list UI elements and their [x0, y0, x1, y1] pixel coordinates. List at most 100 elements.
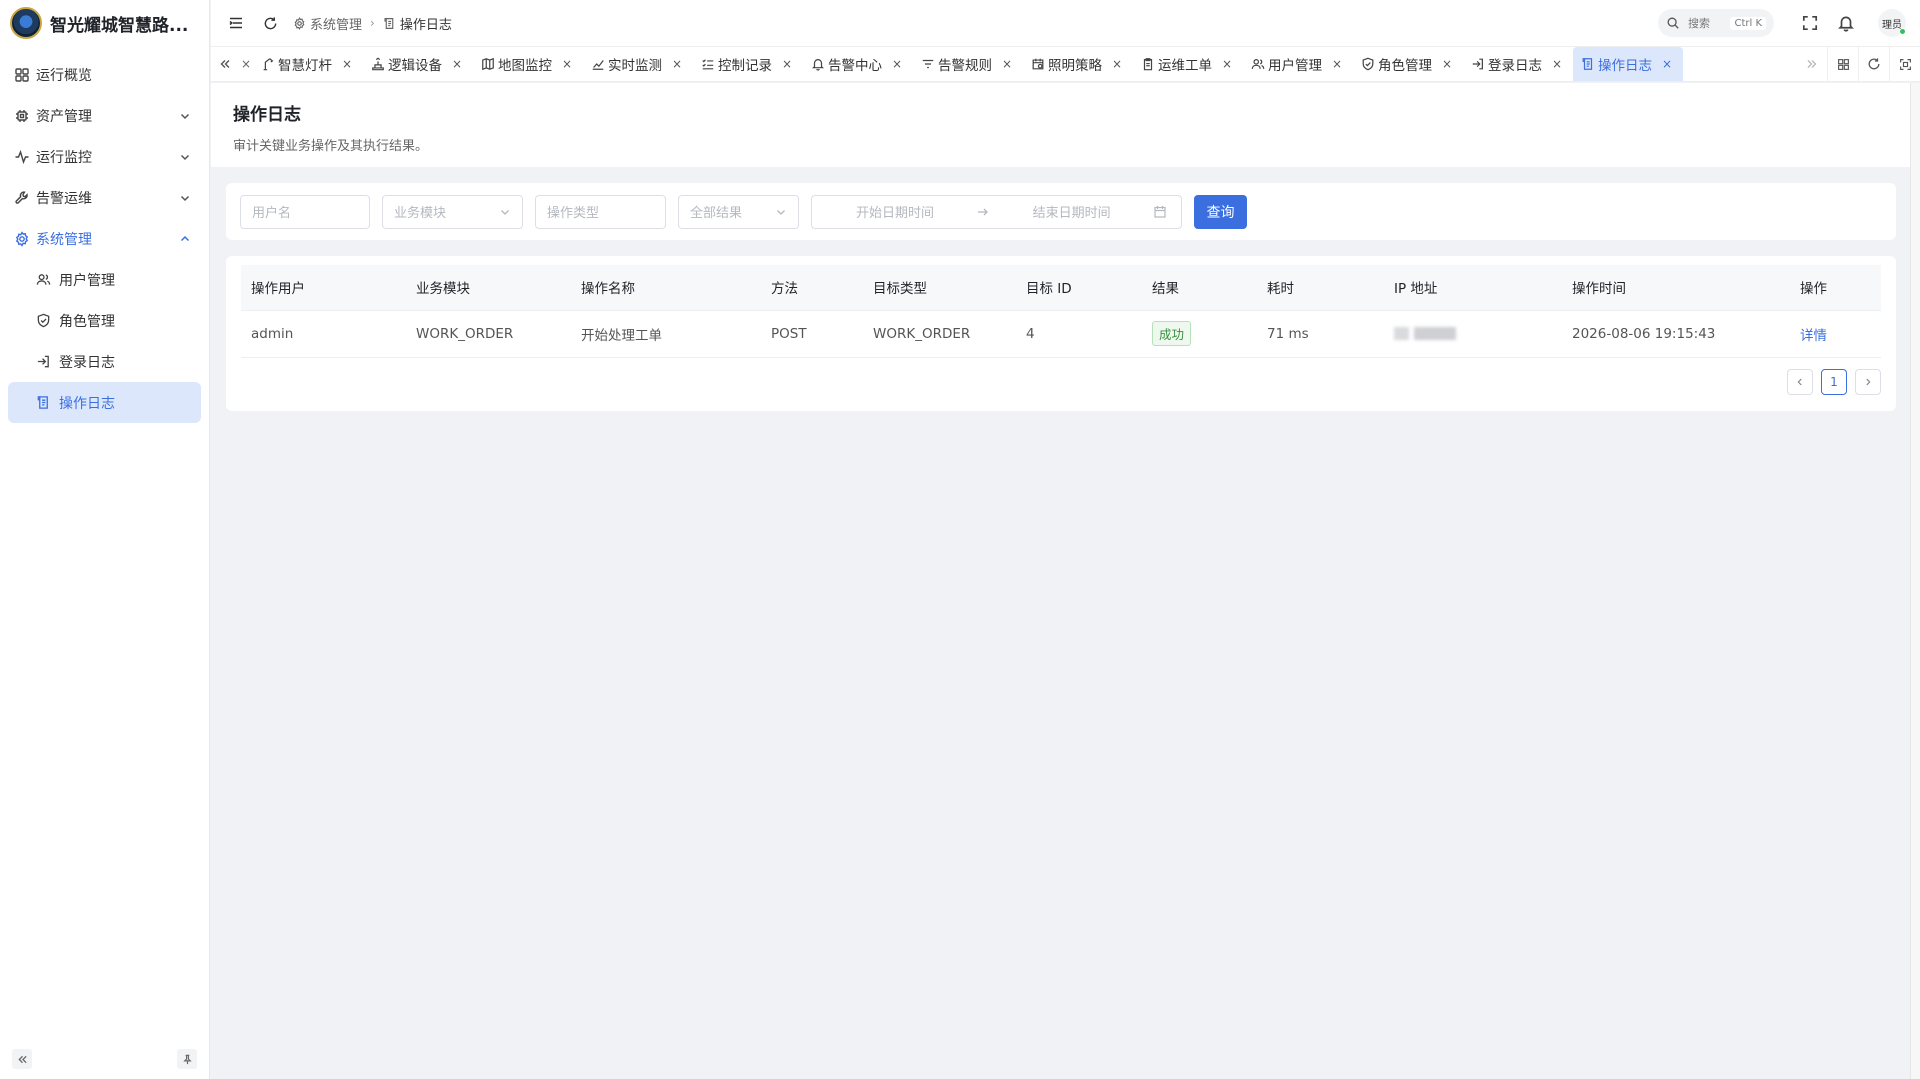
page-number-button[interactable]: 1 — [1821, 369, 1847, 395]
tab-grid-button[interactable] — [1827, 46, 1858, 82]
prev-page-button[interactable] — [1787, 369, 1813, 395]
tab-label: 告警规则 — [938, 58, 992, 74]
close-icon[interactable]: × — [1442, 57, 1452, 71]
chart-line-icon — [592, 60, 604, 70]
datetime-range-picker[interactable]: 开始日期时间 结束日期时间 — [811, 194, 1182, 229]
collapse-sidebar-button[interactable] — [12, 1049, 32, 1069]
global-search[interactable]: 搜索 Ctrl K — [1658, 9, 1774, 37]
next-page-button[interactable] — [1855, 369, 1881, 395]
tabs-scroll-right-button[interactable] — [1796, 46, 1827, 82]
column-header-ip: IP 地址 — [1384, 265, 1562, 311]
sidebar-item-label: 运行概览 — [36, 67, 92, 84]
close-icon[interactable]: × — [1332, 57, 1342, 71]
tabs-bar: × 智慧灯杆 × 逻辑设备 × 地图监控 × 实时监测 × 控制记录 × 告警中心 × 告警… — [211, 46, 1920, 82]
close-icon[interactable]: × — [892, 57, 902, 71]
tab-realtime[interactable]: 实时监测 × — [583, 47, 693, 81]
operation-type-input[interactable]: 操作类型 — [535, 194, 666, 229]
column-header-time: 操作时间 — [1562, 265, 1790, 311]
close-icon[interactable]: × — [562, 57, 572, 71]
module-select[interactable]: 业务模块 — [382, 194, 523, 229]
sidebar-item-label: 运行监控 — [36, 149, 92, 166]
chevron-down-icon — [777, 209, 785, 215]
tab-alarm-rules[interactable]: 告警规则 × — [913, 47, 1023, 81]
sidebar-item-role-management[interactable]: 角色管理 — [0, 300, 209, 341]
sidebar-item-system[interactable]: 系统管理 — [0, 218, 209, 259]
bell-icon[interactable] — [1837, 14, 1855, 32]
pin-sidebar-button[interactable] — [177, 1049, 197, 1069]
username-input[interactable]: 用户名 — [240, 194, 370, 229]
log-icon — [1582, 58, 1593, 70]
tab-label: 操作日志 — [1598, 58, 1652, 74]
close-icon[interactable]: × — [782, 57, 792, 71]
tab-label: 照明策略 — [1048, 58, 1102, 74]
login-icon — [1472, 58, 1483, 70]
sidebar-item-assets[interactable]: 资产管理 — [0, 95, 209, 136]
brand[interactable]: 智光耀城智慧路... — [0, 0, 209, 46]
tab-login-log[interactable]: 登录日志 × — [1463, 47, 1573, 81]
sidebar-item-label: 系统管理 — [36, 231, 92, 248]
menu-toggle-button[interactable] — [225, 12, 247, 34]
sidebar-item-user-management[interactable]: 用户管理 — [0, 259, 209, 300]
column-header-method: 方法 — [761, 265, 863, 311]
filter-icon — [922, 59, 934, 69]
vertical-scrollbar[interactable] — [1910, 83, 1920, 1079]
sidebar-menu: 运行概览 资产管理 运行监控 告警运维 系统管理 用户管理 角色管理 登录日志 … — [0, 46, 209, 423]
tab-user-management[interactable]: 用户管理 × — [1243, 47, 1353, 81]
chevron-down-icon — [180, 195, 190, 201]
username-placeholder: 用户名 — [252, 206, 292, 221]
tab-role-management[interactable]: 角色管理 × — [1353, 47, 1463, 81]
clipboard-icon — [1143, 58, 1153, 71]
close-icon[interactable]: × — [1112, 57, 1122, 71]
breadcrumb: 系统管理 › 操作日志 — [293, 14, 452, 33]
cell-method: POST — [761, 310, 863, 358]
sidebar-item-label: 告警运维 — [36, 190, 92, 207]
tab-list: 智慧灯杆 × 逻辑设备 × 地图监控 × 实时监测 × 控制记录 × 告警中心 × 告警规则… — [253, 47, 1796, 81]
tab-logic-device[interactable]: 逻辑设备 × — [363, 47, 473, 81]
close-icon[interactable]: × — [672, 57, 682, 71]
close-icon[interactable]: × — [1662, 57, 1672, 71]
activity-icon — [15, 149, 29, 164]
sidebar-item-alarm-ops[interactable]: 告警运维 — [0, 177, 209, 218]
tab-control-records[interactable]: 控制记录 × — [693, 47, 803, 81]
breadcrumb-parent[interactable]: 系统管理 — [310, 14, 362, 33]
sidebar-item-monitoring[interactable]: 运行监控 — [0, 136, 209, 177]
close-icon[interactable]: × — [452, 57, 462, 71]
tab-lighting-strategy[interactable]: 照明策略 × — [1023, 47, 1133, 81]
tab-operation-log[interactable]: 操作日志 × — [1573, 47, 1683, 81]
tab-maximize-button[interactable] — [1889, 46, 1920, 82]
start-datetime-placeholder: 开始日期时间 — [856, 206, 935, 221]
tab-map-monitor[interactable]: 地图监控 × — [473, 47, 583, 81]
tab-label: 运维工单 — [1158, 58, 1212, 74]
search-placeholder: 搜索 — [1688, 17, 1710, 30]
gear-icon — [15, 230, 29, 247]
header-actions: 搜索 Ctrl K 理员 — [1658, 9, 1920, 37]
page-header: 操作日志 审计关键业务操作及其执行结果。 — [211, 83, 1910, 167]
tab-refresh-button[interactable] — [1858, 46, 1889, 82]
tab-smart-pole[interactable]: 智慧灯杆 × — [253, 47, 363, 81]
column-header-operation-name: 操作名称 — [571, 265, 761, 311]
close-icon[interactable]: × — [239, 47, 253, 81]
close-icon[interactable]: × — [1552, 57, 1562, 71]
sidebar-item-operation-log[interactable]: 操作日志 — [8, 382, 201, 423]
sidebar-item-overview[interactable]: 运行概览 — [0, 54, 209, 95]
sidebar-item-login-log[interactable]: 登录日志 — [0, 341, 209, 382]
search-icon — [1667, 17, 1679, 29]
result-select[interactable]: 全部结果 — [678, 194, 799, 229]
query-button[interactable]: 查询 — [1194, 194, 1247, 229]
tabs-scroll-left-button[interactable] — [211, 47, 239, 81]
tab-alarm-center[interactable]: 告警中心 × — [803, 47, 913, 81]
dashboard-icon — [15, 67, 29, 82]
close-icon[interactable]: × — [342, 57, 352, 71]
table-header-row: 操作用户 业务模块 操作名称 方法 目标类型 目标 ID 结果 耗时 IP 地址… — [241, 265, 1881, 311]
log-icon — [384, 17, 394, 29]
refresh-button[interactable] — [259, 12, 281, 34]
close-icon[interactable]: × — [1002, 57, 1012, 71]
avatar[interactable]: 理员 — [1878, 9, 1906, 37]
close-icon[interactable]: × — [1222, 57, 1232, 71]
fullscreen-icon[interactable] — [1801, 14, 1819, 32]
sidebar-item-label: 角色管理 — [59, 313, 115, 330]
tab-work-orders[interactable]: 运维工单 × — [1133, 47, 1243, 81]
tab-label: 登录日志 — [1488, 58, 1542, 74]
login-icon — [37, 355, 49, 368]
detail-link[interactable]: 详情 — [1800, 328, 1827, 344]
